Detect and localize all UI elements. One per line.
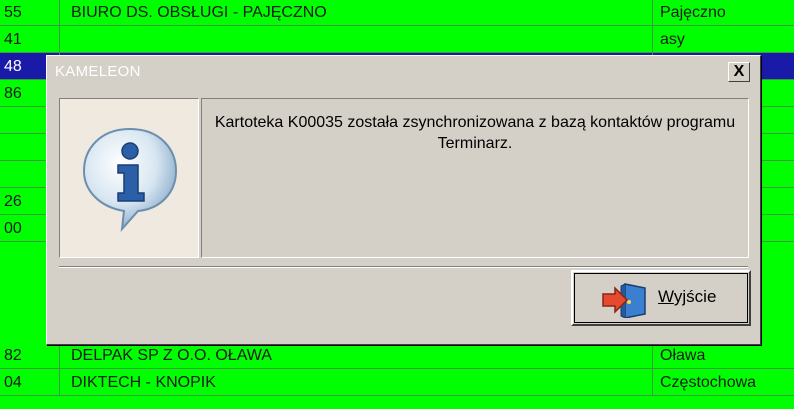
table-cell-name: DIKTECH - KNOPIK [61, 369, 653, 396]
table-cell-name: DELPAK SP Z O.O. OŁAWA [61, 342, 653, 369]
info-speech-bubble-icon [82, 127, 178, 233]
exit-button-label: Wyjście [658, 287, 717, 306]
table-row[interactable]: 82 DELPAK SP Z O.O. OŁAWA Oława [0, 342, 794, 369]
table-cell-name [61, 26, 653, 53]
exit-door-arrow-icon [602, 283, 646, 318]
table-row[interactable]: 55 BIURO DS. OBSŁUGI - PAJĘCZNO Pajęczno [0, 0, 794, 26]
table-cell-name: BIURO DS. OBSŁUGI - PAJĘCZNO [61, 0, 653, 26]
table-cell-id: 41 [0, 26, 60, 53]
dialog-title: KAMELEON [55, 63, 141, 80]
table-cell-city: Pajęczno [660, 4, 726, 21]
dialog-titlebar[interactable]: KAMELEON X [49, 58, 758, 86]
message-dialog: KAMELEON X Kartoteka K00035 została zsyn… [46, 55, 761, 345]
table-cell-city: Częstochowa [660, 374, 757, 391]
table-cell-id: 55 [0, 0, 60, 26]
table-cell-id: 82 [0, 342, 60, 369]
close-button[interactable]: X [728, 62, 750, 82]
icon-panel [59, 98, 199, 258]
exit-button[interactable]: Wyjście [571, 270, 751, 326]
table-cell-id: 04 [0, 369, 60, 396]
message-text: Kartoteka K00035 została zsynchronizowan… [214, 114, 736, 152]
table-row[interactable]: 04 DIKTECH - KNOPIK Częstochowa [0, 369, 794, 396]
table-cell-city: Oława [660, 347, 706, 364]
table-row[interactable]: 41 asy [0, 26, 794, 53]
message-panel: Kartoteka K00035 została zsynchronizowan… [201, 98, 749, 258]
table-cell-city: asy [660, 31, 685, 48]
separator [59, 266, 748, 268]
